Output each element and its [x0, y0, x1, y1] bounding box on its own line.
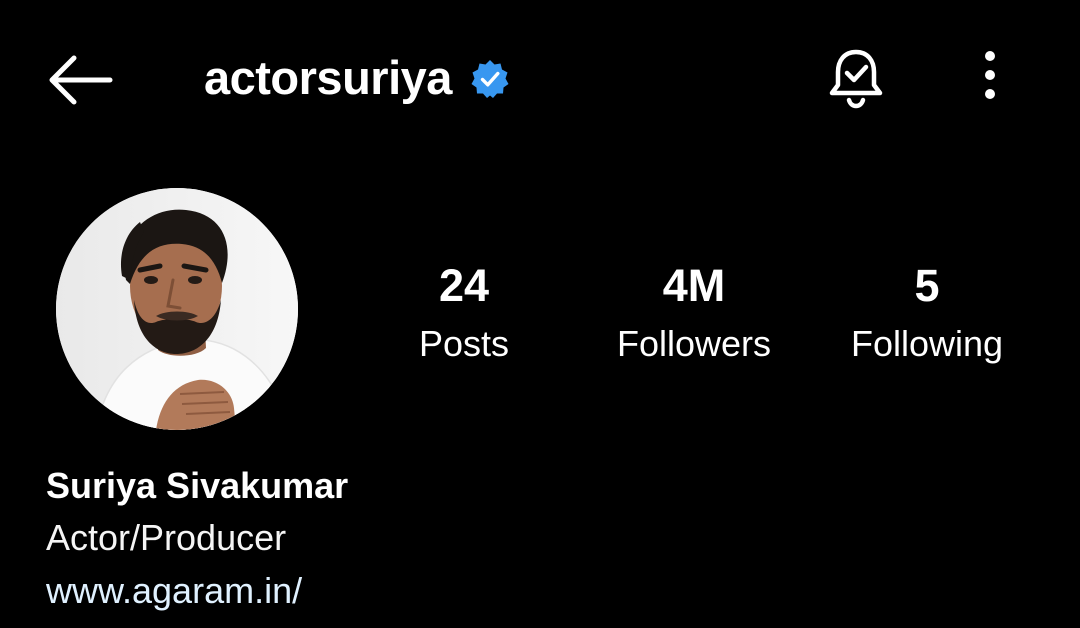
stat-following[interactable]: 5 Following — [828, 258, 1026, 374]
stat-followers[interactable]: 4M Followers — [594, 258, 794, 374]
stat-posts[interactable]: 24 Posts — [384, 258, 544, 374]
followers-count: 4M — [662, 260, 726, 311]
profile-full-name: Suriya Sivakumar — [46, 465, 349, 506]
more-options-button[interactable] — [972, 50, 1008, 104]
bell-check-icon — [829, 49, 883, 109]
profile-website-link[interactable]: www.agaram.in/ — [46, 567, 302, 615]
followers-label: Followers — [616, 323, 772, 364]
profile-avatar[interactable] — [56, 188, 298, 430]
posts-label: Posts — [418, 323, 510, 364]
notifications-button[interactable] — [824, 45, 888, 109]
verified-badge-icon — [471, 60, 509, 98]
more-vertical-icon — [985, 51, 995, 99]
profile-photo-icon — [56, 188, 298, 430]
arrow-left-icon — [49, 55, 113, 105]
following-label: Following — [850, 323, 1004, 364]
posts-count: 24 — [438, 260, 490, 311]
back-button[interactable] — [44, 52, 114, 108]
following-count: 5 — [914, 260, 940, 311]
profile-category: Actor/Producer — [46, 517, 287, 558]
profile-page: actorsuriya 24 Posts 4M Followers 5 Foll… — [0, 0, 1080, 628]
username-header: actorsuriya — [204, 48, 510, 108]
username: actorsuriya — [204, 51, 452, 104]
